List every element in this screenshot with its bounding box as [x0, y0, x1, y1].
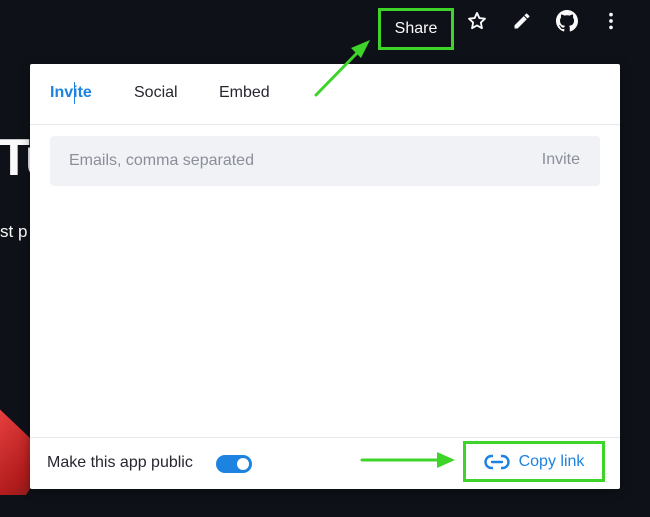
toggle-knob: [237, 458, 249, 470]
public-toggle[interactable]: [216, 455, 252, 473]
share-footer: Make this app public Copy link: [30, 437, 620, 490]
share-button[interactable]: Share: [378, 8, 454, 50]
link-icon: [483, 454, 510, 470]
share-tabs: Invite Social Embed: [30, 64, 620, 125]
invite-button[interactable]: Invite: [542, 151, 580, 169]
copy-link-button[interactable]: Copy link: [463, 441, 605, 482]
email-input[interactable]: [50, 136, 510, 186]
app-text-fragment: st p: [0, 222, 28, 241]
share-dialog: Invite Social Embed Invite Make this app…: [30, 64, 620, 489]
pencil-icon[interactable]: [511, 10, 533, 32]
tab-social[interactable]: Social: [134, 84, 178, 102]
app-window: Tu st p Share Invite Social Embed Emails…: [0, 0, 650, 517]
text-caret: [74, 82, 75, 104]
tab-invite[interactable]: Invite: [50, 84, 92, 102]
invite-bar: Invite: [50, 136, 600, 186]
public-toggle-label: Make this app public: [47, 454, 193, 471]
copy-link-label: Copy link: [518, 452, 585, 470]
star-icon[interactable]: [466, 10, 488, 32]
github-icon[interactable]: [556, 10, 578, 32]
more-vertical-icon[interactable]: [600, 10, 622, 32]
header-toolbar: Share: [378, 8, 454, 50]
tab-embed[interactable]: Embed: [219, 84, 270, 102]
